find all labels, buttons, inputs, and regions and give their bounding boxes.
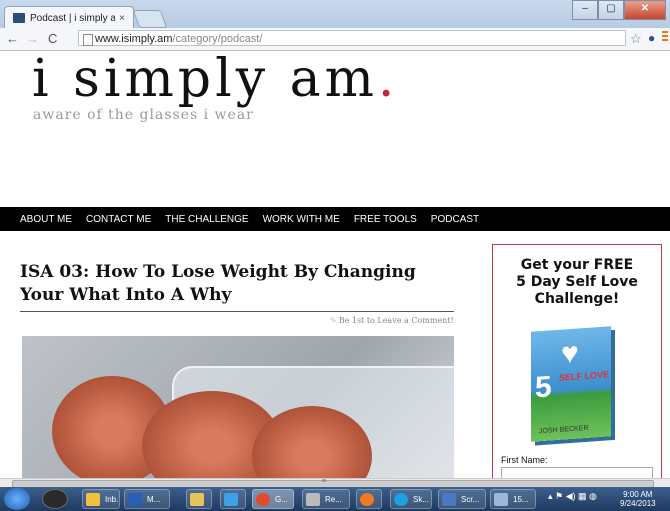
screen-icon	[442, 493, 456, 506]
title-dot: .	[377, 51, 399, 109]
optin-sidebar: Get your FREE 5 Day Self Love Challenge!…	[492, 244, 662, 478]
title-divider	[20, 311, 454, 312]
favicon-icon	[13, 13, 25, 23]
taskbar-outlook[interactable]: Inb...	[82, 489, 120, 509]
post-image[interactable]	[22, 336, 454, 478]
minimize-button[interactable]: –	[572, 0, 598, 20]
close-window-button[interactable]: ✕	[624, 0, 666, 20]
chrome-icon	[256, 493, 270, 506]
nav-contact-me[interactable]: CONTACT ME	[86, 214, 151, 225]
nav-about-me[interactable]: ABOUT ME	[20, 214, 72, 225]
taskbar-media[interactable]	[356, 489, 382, 509]
web-page: i simply am. aware of the glasses i wear…	[0, 51, 670, 478]
clock[interactable]: 9:00 AM 9/24/2013	[620, 490, 656, 508]
taskbar-recorder[interactable]: Re...	[302, 489, 350, 509]
taskbar-word[interactable]: M...	[124, 489, 170, 509]
taskbar-ie[interactable]	[220, 489, 246, 509]
comment-icon: ✎	[330, 316, 337, 325]
taskbar-paint[interactable]: 15...	[490, 489, 536, 509]
tab-close-icon[interactable]: ×	[115, 13, 129, 24]
comment-link[interactable]: ✎ Be 1st to Leave a Comment!	[330, 316, 454, 325]
chrome-menu-icon[interactable]	[662, 31, 668, 43]
site-title[interactable]: i simply am.	[32, 51, 398, 109]
book-author: JOSH BECKER	[539, 424, 589, 436]
start-button[interactable]	[4, 488, 30, 510]
folder-icon	[190, 493, 204, 506]
taskbar-folder[interactable]	[186, 489, 212, 509]
new-tab-button[interactable]	[132, 10, 168, 28]
nav-free-tools[interactable]: FREE TOOLS	[354, 214, 417, 225]
url-domain: www.isimply.am	[95, 33, 173, 45]
skype-icon	[394, 493, 408, 506]
page-icon	[83, 34, 93, 46]
taskbar-screenshot[interactable]: Scr...	[438, 489, 486, 509]
ie-icon	[224, 493, 238, 506]
scrollbar-grip-icon: ≡	[322, 478, 327, 485]
nav-podcast[interactable]: PODCAST	[431, 214, 479, 225]
heart-icon: ♥	[561, 336, 579, 371]
nav-work-with-me[interactable]: WORK WITH ME	[263, 214, 340, 225]
browser-titlebar: Podcast | i simply am × – ▢ ✕	[0, 0, 670, 29]
site-tagline: aware of the glasses i wear	[33, 107, 254, 123]
url-field[interactable]: www.isimply.am/category/podcast/	[78, 30, 626, 46]
taskbar-chrome[interactable]: G...	[252, 489, 294, 509]
tab-title: Podcast | i simply am	[30, 12, 115, 24]
forward-arrow-icon[interactable]: →	[26, 31, 39, 46]
bookmark-star-icon[interactable]: ☆	[630, 31, 642, 47]
book-number: 5	[535, 370, 552, 405]
system-tray[interactable]: ▴ ⚑ ◀) ▦ ◍	[548, 491, 597, 502]
maximize-button[interactable]: ▢	[598, 0, 624, 20]
word-icon	[128, 493, 142, 506]
first-name-label: First Name:	[501, 455, 548, 465]
first-name-input[interactable]	[501, 467, 653, 478]
recorder-icon	[306, 493, 320, 506]
main-nav: ABOUT ME CONTACT ME THE CHALLENGE WORK W…	[0, 207, 670, 231]
windows-taskbar: Inb... M... G... Re... Sk... Scr... 15..…	[0, 487, 670, 511]
media-player-icon	[360, 493, 374, 506]
paint-icon	[494, 493, 508, 506]
post-title[interactable]: ISA 03: How To Lose Weight By Changing Y…	[20, 261, 460, 307]
taskbar-skype[interactable]: Sk...	[390, 489, 432, 509]
browser-tab[interactable]: Podcast | i simply am ×	[4, 6, 134, 29]
window-controls: – ▢ ✕	[572, 0, 666, 20]
nav-the-challenge[interactable]: THE CHALLENGE	[165, 214, 248, 225]
promo-heading: Get your FREE 5 Day Self Love Challenge!	[516, 257, 638, 307]
reload-icon[interactable]: C	[48, 31, 57, 46]
mail-icon	[86, 493, 100, 506]
hp-icon[interactable]	[42, 489, 68, 509]
url-path: /category/podcast/	[172, 33, 263, 45]
back-arrow-icon[interactable]: ←	[6, 31, 19, 46]
ebook-cover-image: ♥ 5 SELF LOVE JOSH BECKER	[531, 326, 611, 442]
book-title: SELF LOVE	[559, 369, 610, 383]
address-toolbar: ← → C www.isimply.am/category/podcast/ ☆…	[0, 28, 670, 51]
account-icon[interactable]: ●	[648, 31, 655, 45]
